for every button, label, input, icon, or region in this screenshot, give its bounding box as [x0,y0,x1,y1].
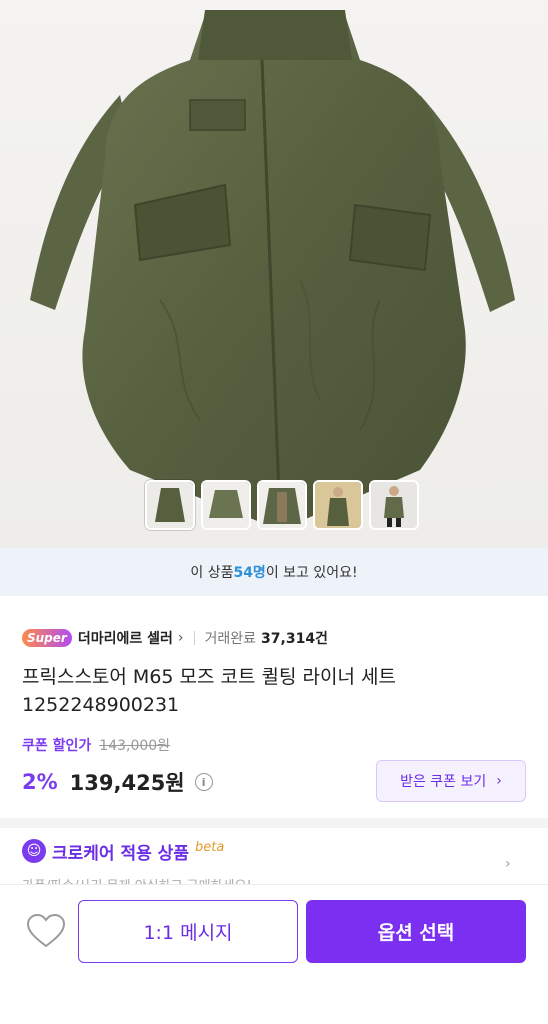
coat-illustration [30,10,515,530]
product-code: 1252248900231 [22,694,180,716]
coupon-price-row: 쿠폰 할인가 143,000원 [22,735,170,755]
thumbnail-4[interactable] [313,480,363,530]
thumbnail-5[interactable] [369,480,419,530]
message-button[interactable]: 1:1 메시지 [78,900,298,963]
final-price: 139,425원 [69,771,185,795]
select-option-button[interactable]: 옵션 선택 [306,900,526,963]
chevron-right-icon[interactable]: › [505,856,511,872]
original-price: 143,000원 [99,738,171,754]
divider [193,631,195,645]
info-icon[interactable]: i [194,773,213,791]
chevron-right-icon[interactable]: › [178,630,184,646]
chevron-right-icon: › [496,773,502,789]
view-coupons-button[interactable]: 받은 쿠폰 보기 › [376,760,526,802]
discount-rate: 2% [22,770,58,794]
seller-row: Super 더마리에르 셀러 › 거래완료 37,314건 [22,627,328,649]
product-image[interactable] [0,0,548,548]
smile-icon: ☺ [22,839,46,863]
product-title-text: 프릭스스토어 M65 모즈 코트 퀼팅 라이너 세트 [22,666,396,688]
crocare-title: 크로케어 적용 상품 [52,843,189,864]
viewers-suffix: 이 보고 있어요! [265,565,358,581]
bottom-action-bar: 1:1 메시지 옵션 선택 [0,884,548,1024]
thumbnail-strip [145,480,419,530]
super-seller-badge: Super [22,629,72,647]
crocare-row[interactable]: ☺ 크로케어 적용 상품 beta [22,838,224,864]
heart-icon[interactable] [26,913,66,949]
viewers-banner: 이 상품 54명 이 보고 있어요! [0,548,548,596]
thumbnail-1[interactable] [145,480,195,530]
trades-count: 37,314건 [261,631,328,647]
coupon-price-label: 쿠폰 할인가 [22,738,92,754]
price-row: 2% 139,425원 i [22,766,213,798]
product-title: 프릭스스토어 M65 모즈 코트 퀼팅 라이너 세트 1252248900231 [22,663,526,719]
thumbnail-3[interactable] [257,480,307,530]
seller-name-link[interactable]: 더마리에르 셀러 [78,628,173,648]
trades-label: 거래완료 [204,631,257,647]
viewers-count: 54명 [233,565,266,581]
viewers-prefix: 이 상품 [190,565,234,581]
section-divider [0,818,548,828]
beta-badge: beta [194,839,225,855]
thumbnail-2[interactable] [201,480,251,530]
view-coupons-label: 받은 쿠폰 보기 [400,774,487,790]
